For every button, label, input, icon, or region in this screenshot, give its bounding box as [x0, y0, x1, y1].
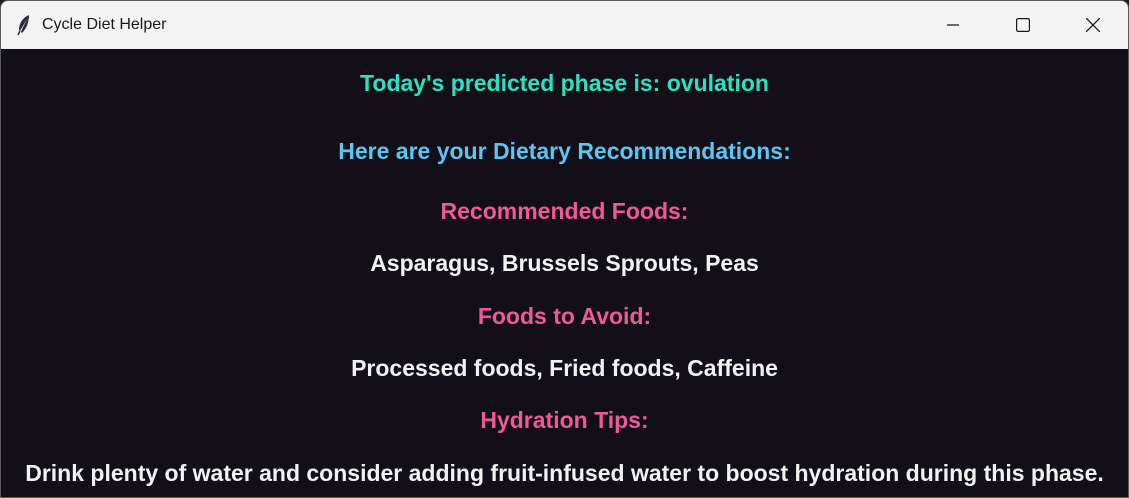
window-title: Cycle Diet Helper — [42, 16, 167, 33]
recommendations-heading: Here are your Dietary Recommendations: — [338, 138, 791, 164]
predicted-phase-label: Today's predicted phase is: ovulation — [360, 70, 769, 96]
minimize-button[interactable] — [918, 1, 988, 49]
recommended-foods-title: Recommended Foods: — [440, 198, 689, 224]
window-controls — [918, 1, 1128, 49]
foods-to-avoid-title: Foods to Avoid: — [477, 303, 652, 329]
maximize-icon — [1016, 18, 1030, 32]
hydration-tips-title: Hydration Tips: — [480, 407, 649, 433]
maximize-button[interactable] — [988, 1, 1058, 49]
feather-icon — [16, 14, 32, 36]
app-window: Cycle Diet Helper Today's predicted phas… — [0, 0, 1129, 498]
close-icon — [1086, 18, 1100, 32]
hydration-tips-text: Drink plenty of water and consider addin… — [25, 460, 1104, 486]
foods-to-avoid-list: Processed foods, Fried foods, Caffeine — [351, 355, 778, 381]
recommendations-panel: Today's predicted phase is: ovulation He… — [1, 49, 1128, 497]
minimize-icon — [947, 24, 959, 26]
title-bar[interactable]: Cycle Diet Helper — [1, 1, 1128, 49]
recommended-foods-list: Asparagus, Brussels Sprouts, Peas — [370, 250, 759, 276]
close-button[interactable] — [1058, 1, 1128, 49]
